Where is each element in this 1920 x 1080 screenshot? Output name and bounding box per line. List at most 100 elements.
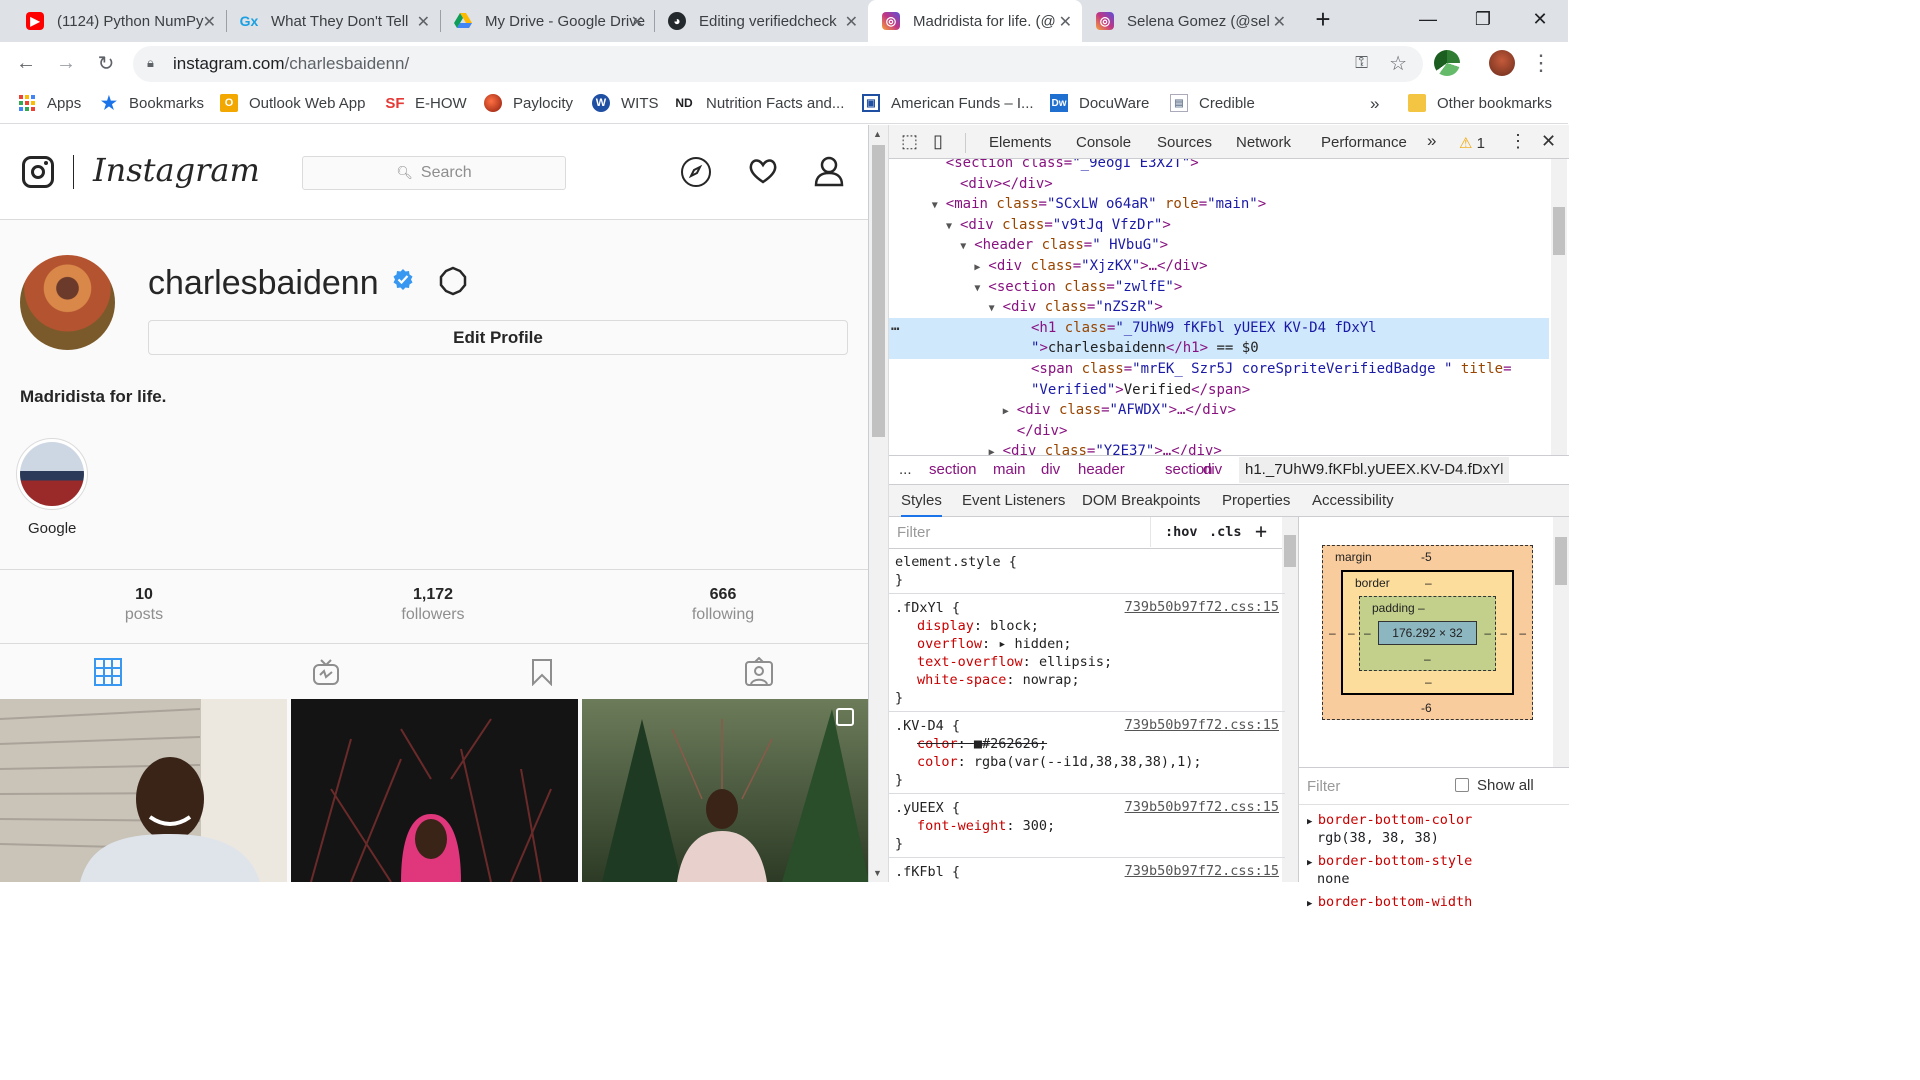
dom-node[interactable]: <section class="_9eogI E3X2T">: [889, 159, 1549, 174]
subtab-properties[interactable]: Properties: [1222, 492, 1290, 509]
close-icon[interactable]: ✕: [631, 12, 644, 32]
dom-node-selected[interactable]: ">charlesbaidenn</h1> == $0: [889, 338, 1549, 360]
breadcrumb-item[interactable]: h1._7UhW9.fKFbl.yUEEX.KV-D4.fDxYl: [1239, 457, 1510, 483]
bookmark-item[interactable]: Dw DocuWare: [1050, 94, 1149, 112]
subtab-accessibility[interactable]: Accessibility: [1312, 492, 1394, 509]
bookmark-item[interactable]: SF E-HOW: [385, 94, 466, 112]
activity-heart-icon[interactable]: [747, 155, 779, 192]
css-declaration[interactable]: overflow: ▸ hidden;: [917, 635, 1071, 653]
address-bar[interactable]: 🔒︎ instagram.com/charlesbaidenn/ ⚿ ☆: [133, 46, 1423, 82]
dom-node-selected[interactable]: <h1 class="_7UhW9 fKFbl yUEEX KV-D4 fDxY…: [889, 317, 1549, 339]
css-declaration[interactable]: color: ■#262626;: [917, 735, 1047, 753]
saved-bookmark-icon[interactable]: [527, 657, 557, 687]
css-selector[interactable]: .fKFbl {: [895, 863, 960, 881]
tab-performance[interactable]: Performance: [1321, 134, 1407, 151]
css-source-link[interactable]: 739b50b97f72.css:15: [1125, 599, 1279, 615]
tab-console[interactable]: Console: [1076, 134, 1131, 151]
close-devtools-icon[interactable]: ✕: [1541, 131, 1556, 152]
expand-arrow-icon[interactable]: ▼: [946, 217, 960, 237]
bookmark-item[interactable]: ▣ American Funds – I...: [862, 94, 1034, 112]
bookmark-item[interactable]: ▤ Credible: [1170, 94, 1255, 112]
post-thumbnail[interactable]: [582, 699, 868, 882]
browser-tab[interactable]: ◕ Editing verifiedcheck ✕: [654, 0, 868, 42]
post-thumbnail[interactable]: [291, 699, 578, 882]
dom-node[interactable]: ▼ <main class="SCxLW o64aR" role="main">: [889, 194, 1549, 215]
profile-user-icon[interactable]: [813, 155, 845, 192]
followers-count[interactable]: 1,172 followers: [343, 586, 523, 624]
css-declaration[interactable]: font-weight: 300;: [917, 817, 1055, 835]
computed-property[interactable]: ▶ border-bottom-width: [1307, 894, 1472, 910]
warning-badge[interactable]: ⚠ 1: [1459, 134, 1485, 152]
story-highlight[interactable]: [16, 438, 88, 510]
expand-arrow-icon[interactable]: ▶: [1307, 858, 1318, 868]
close-icon[interactable]: ✕: [1273, 12, 1286, 32]
breadcrumb-item[interactable]: header: [1078, 461, 1125, 478]
inspect-element-icon[interactable]: ⬚: [901, 131, 918, 152]
browser-tab[interactable]: My Drive - Google Drive ✕: [440, 0, 654, 42]
devtools-menu-icon[interactable]: ⋮: [1509, 131, 1527, 152]
expand-arrow-icon[interactable]: ▶: [974, 258, 988, 278]
dom-node[interactable]: </div>: [889, 421, 1549, 442]
styles-scrollbar[interactable]: [1282, 517, 1298, 882]
bookmark-item[interactable]: Paylocity: [484, 94, 573, 112]
css-selector[interactable]: .KV-D4 {: [895, 717, 960, 735]
expand-arrow-icon[interactable]: ▼: [989, 299, 1003, 319]
cls-button[interactable]: .cls: [1209, 524, 1242, 540]
back-arrow-icon[interactable]: ←: [12, 49, 40, 77]
css-declaration[interactable]: white-space: nowrap;: [917, 671, 1080, 689]
tab-elements[interactable]: Elements: [989, 134, 1052, 151]
settings-gear-icon[interactable]: [438, 266, 468, 296]
close-icon[interactable]: ✕: [417, 12, 430, 32]
forward-arrow-icon[interactable]: →: [52, 49, 80, 77]
computed-property[interactable]: ▶ border-bottom-style: [1307, 853, 1472, 869]
css-source-link[interactable]: 739b50b97f72.css:15: [1125, 717, 1279, 733]
bookmark-item[interactable]: ND Nutrition Facts and...: [673, 94, 844, 112]
dom-node[interactable]: ▼ <div class="v9tJq VfzDr">: [889, 215, 1549, 236]
breadcrumb-item[interactable]: main: [993, 461, 1026, 478]
minimize-button[interactable]: —: [1403, 0, 1453, 38]
css-declaration[interactable]: color: rgba(var(--i1d,38,38,38),1);: [917, 753, 1201, 771]
extension-icon[interactable]: [1434, 50, 1460, 76]
dom-node[interactable]: ▶ <div class="AFWDX">…</div>: [889, 400, 1549, 421]
maximize-button[interactable]: ❐: [1458, 0, 1508, 38]
css-source-link[interactable]: 739b50b97f72.css:15: [1125, 799, 1279, 815]
expand-arrow-icon[interactable]: ▶: [989, 443, 1003, 455]
bookmark-item[interactable]: O Outlook Web App: [220, 94, 365, 112]
profile-avatar[interactable]: [1489, 50, 1515, 76]
expand-arrow-icon[interactable]: ▼: [960, 237, 974, 257]
tab-network[interactable]: Network: [1236, 134, 1291, 151]
bookmark-item[interactable]: W WITS: [592, 94, 659, 112]
dom-node[interactable]: ▼ <section class="zwlfE">: [889, 277, 1549, 298]
tagged-icon[interactable]: [744, 657, 774, 687]
following-count[interactable]: 666 following: [633, 586, 813, 624]
device-toolbar-icon[interactable]: ▯: [933, 131, 943, 152]
expand-arrow-icon[interactable]: ▶: [1307, 817, 1318, 827]
css-declaration[interactable]: text-overflow: ellipsis;: [917, 653, 1112, 671]
instagram-camera-icon[interactable]: [22, 156, 54, 188]
expand-arrow-icon[interactable]: ▶: [1003, 402, 1017, 422]
bookmark-star-icon[interactable]: ☆: [1389, 51, 1407, 76]
breadcrumb-item[interactable]: div: [1203, 461, 1222, 478]
css-selector[interactable]: element.style {: [895, 553, 1017, 571]
profile-avatar[interactable]: [20, 255, 115, 350]
close-icon[interactable]: ✕: [203, 12, 216, 32]
css-selector[interactable]: .fDxYl {: [895, 599, 960, 617]
css-selector[interactable]: .yUEEX {: [895, 799, 960, 817]
expand-arrow-icon[interactable]: ▶: [1307, 899, 1318, 909]
menu-kebab-icon[interactable]: ⋮: [1527, 49, 1555, 77]
bookmark-item[interactable]: ★ Bookmarks: [100, 93, 204, 113]
browser-tab[interactable]: Gx What They Don't Tell ✕: [226, 0, 440, 42]
instagram-wordmark[interactable]: Instagram: [93, 151, 260, 189]
css-declaration[interactable]: display: block;: [917, 617, 1039, 635]
url-text[interactable]: instagram.com/charlesbaidenn/: [173, 54, 409, 74]
close-icon[interactable]: ✕: [1059, 12, 1072, 32]
close-icon[interactable]: ✕: [845, 12, 858, 32]
posts-grid-icon[interactable]: [93, 657, 123, 687]
explore-compass-icon[interactable]: [681, 157, 711, 187]
dom-node[interactable]: <div></div>: [889, 174, 1549, 195]
bookmarks-overflow-button[interactable]: »: [1370, 94, 1379, 114]
key-icon[interactable]: ⚿: [1355, 53, 1368, 73]
reload-icon[interactable]: ↻: [92, 49, 120, 77]
browser-tab[interactable]: ▶ (1124) Python NumPy ✕: [12, 0, 226, 42]
computed-property[interactable]: ▶ border-bottom-color: [1307, 812, 1472, 828]
